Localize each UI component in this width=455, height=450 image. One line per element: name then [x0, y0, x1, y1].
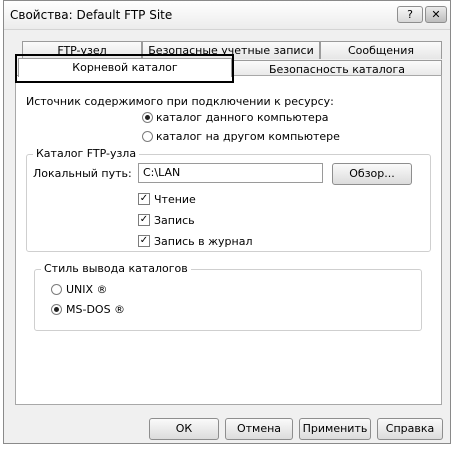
window-title: Свойства: Default FTP Site: [10, 8, 173, 22]
local-path-label: Локальный путь:: [33, 167, 132, 180]
local-path-input[interactable]: C:\LAN: [138, 163, 323, 183]
source-label: Источник содержимого при подключении к р…: [26, 95, 334, 108]
apply-button[interactable]: Применить: [299, 418, 371, 440]
cancel-button[interactable]: Отмена: [225, 418, 293, 440]
tab-panel: Источник содержимого при подключении к р…: [15, 75, 442, 405]
msdos-label: MS-DOS ®: [66, 303, 126, 316]
read-label: Чтение: [154, 193, 196, 206]
tab-messages[interactable]: Сообщения: [320, 41, 442, 59]
ftp-directory-legend: Каталог FTP-узла: [33, 147, 140, 160]
write-label: Запись: [154, 214, 195, 227]
write-checkbox[interactable]: ✓: [138, 214, 150, 226]
title-bar: Свойства: Default FTP Site ? ✕: [4, 1, 450, 30]
log-checkbox[interactable]: ✓: [138, 235, 150, 247]
help-dialog-button[interactable]: Справка: [377, 418, 443, 440]
browse-button[interactable]: Обзор...: [332, 163, 412, 185]
close-button[interactable]: ✕: [425, 6, 447, 23]
radio-msdos[interactable]: [51, 304, 62, 315]
listing-style-group: Стиль вывода каталогов UNIX ® MS-DOS ®: [34, 262, 422, 331]
ok-button[interactable]: ОК: [149, 418, 219, 440]
log-label: Запись в журнал: [154, 235, 253, 248]
read-checkbox[interactable]: ✓: [138, 193, 150, 205]
radio-local-label: каталог данного компьютера: [156, 111, 329, 124]
properties-dialog: Свойства: Default FTP Site ? ✕ FTP-узел …: [3, 0, 451, 444]
tab-highlight-frame: [15, 54, 234, 83]
ftp-directory-group: Каталог FTP-узла Локальный путь: C:\LAN …: [26, 147, 431, 252]
help-button[interactable]: ?: [397, 6, 423, 23]
radio-unix[interactable]: [51, 284, 62, 295]
listing-style-legend: Стиль вывода каталогов: [41, 262, 191, 275]
radio-remote-label: каталог на другом компьютере: [156, 130, 340, 143]
unix-label: UNIX ®: [66, 283, 108, 296]
radio-remote-directory[interactable]: [142, 131, 153, 142]
radio-local-directory[interactable]: [142, 112, 153, 123]
